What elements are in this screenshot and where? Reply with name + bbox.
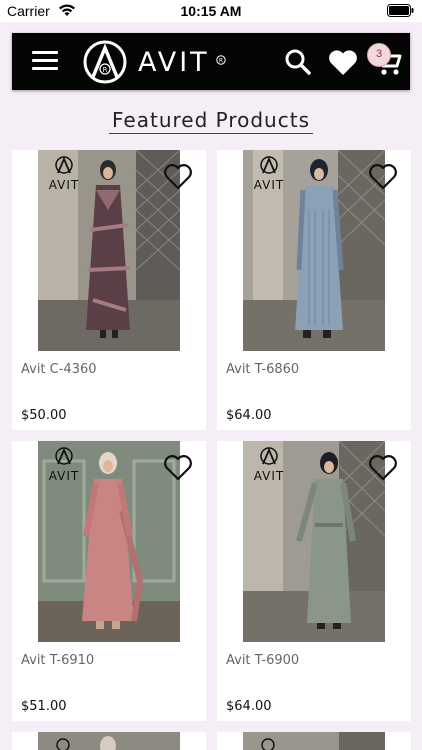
section-title: Featured Products [109,108,313,134]
brand-mark-icon: AVIT [49,447,80,483]
app-header: R AVIT R 3 [12,33,410,90]
product-name: Avit C-4360 [21,362,97,377]
product-card[interactable]: AVIT Avit T-6860 $64.00 [217,150,411,430]
avit-logo[interactable]: R AVIT R [82,39,226,85]
registered-mark-icon: R [216,55,226,65]
brand-mark-icon: AVIT [49,156,80,192]
logo-text: AVIT [138,47,210,78]
product-name: Avit T-6900 [226,653,300,668]
svg-text:R: R [219,57,223,64]
product-card-partial[interactable] [217,732,411,750]
brand-mark-icon: AVIT [254,156,285,192]
favorite-heart-icon[interactable] [369,455,397,481]
svg-text:AVIT: AVIT [254,469,285,483]
hamburger-menu-icon[interactable] [32,51,58,71]
product-price: $50.00 [21,408,67,423]
battery-icon [387,4,414,17]
favorite-heart-icon[interactable] [369,164,397,190]
logo-mark-icon: R [83,40,127,84]
cart-count-badge: 3 [367,43,391,67]
product-name: Avit T-6860 [226,362,300,377]
svg-text:AVIT: AVIT [254,178,285,192]
brand-mark-icon [261,738,275,750]
brand-mark-icon: AVIT [254,447,285,483]
svg-text:R: R [103,66,108,74]
favorite-heart-icon[interactable] [164,164,192,190]
product-price: $64.00 [226,699,272,714]
clock: 10:15 AM [180,3,242,19]
svg-text:AVIT: AVIT [49,178,80,192]
svg-text:AVIT: AVIT [49,469,80,483]
product-price: $51.00 [21,699,67,714]
search-icon[interactable] [285,49,311,75]
favorite-heart-icon[interactable] [164,455,192,481]
product-card[interactable]: AVIT Avit T-6900 $64.00 [217,441,411,721]
status-bar: Carrier 10:15 AM [0,0,422,22]
wishlist-heart-icon[interactable] [328,49,358,76]
section-header: Featured Products [0,108,422,134]
product-price: $64.00 [226,408,272,423]
product-name: Avit T-6910 [21,653,95,668]
brand-mark-icon [56,738,70,750]
product-card-partial[interactable] [12,732,206,750]
product-card[interactable]: AVIT Avit C-4360 $50.00 [12,150,206,430]
product-card[interactable]: AVIT Avit T-6910 $51.00 [12,441,206,721]
